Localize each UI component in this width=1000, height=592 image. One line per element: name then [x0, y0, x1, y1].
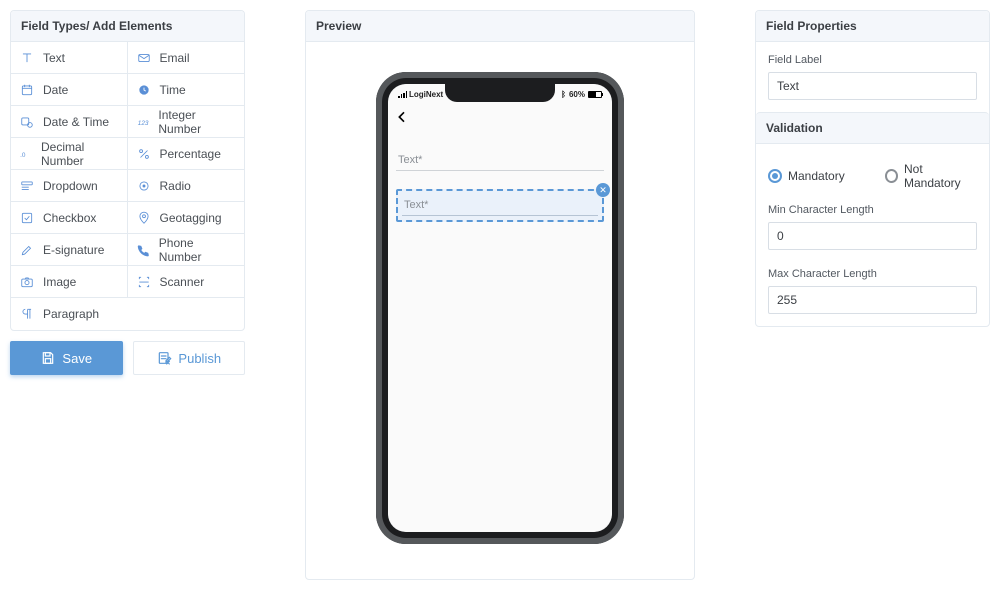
- text-icon: [19, 50, 35, 66]
- publish-button-label: Publish: [178, 351, 221, 366]
- field-types-panel: Field Types/ Add Elements Text Email Dat…: [10, 10, 245, 331]
- dropdown-icon: [19, 178, 35, 194]
- mandatory-radio[interactable]: Mandatory: [768, 169, 845, 183]
- phone-icon: [136, 242, 151, 258]
- preview-header: Preview: [306, 11, 694, 42]
- min-length-input[interactable]: [768, 222, 977, 250]
- radio-off-icon: [885, 169, 898, 183]
- not-mandatory-label: Not Mandatory: [904, 162, 977, 190]
- field-type-integer[interactable]: 123 Integer Number: [128, 106, 245, 138]
- field-type-label: Checkbox: [43, 211, 96, 225]
- battery-percentage: 60%: [569, 90, 585, 99]
- publish-button[interactable]: Publish: [133, 341, 246, 375]
- field-type-label: Scanner: [160, 275, 205, 289]
- field-type-label: Email: [160, 51, 190, 65]
- field-type-image[interactable]: Image: [11, 266, 128, 298]
- field-type-label: Geotagging: [160, 211, 222, 225]
- calendar-clock-icon: [19, 114, 35, 130]
- save-button-label: Save: [62, 351, 92, 366]
- status-bar: LogiNext ᛒ 60%: [388, 84, 612, 104]
- field-type-time[interactable]: Time: [128, 74, 245, 106]
- field-label-input[interactable]: [768, 72, 977, 100]
- carrier-name: LogiNext: [409, 90, 443, 99]
- preview-field-2-selected[interactable]: ✕ Text*: [396, 189, 604, 222]
- calendar-icon: [19, 82, 35, 98]
- field-type-scanner[interactable]: Scanner: [128, 266, 245, 298]
- field-type-geotagging[interactable]: Geotagging: [128, 202, 245, 234]
- field-label-caption: Field Label: [768, 54, 977, 66]
- field-types-grid: Text Email Date Time Date & Time: [11, 42, 244, 330]
- clock-icon: [136, 82, 152, 98]
- field-type-paragraph[interactable]: Paragraph: [11, 298, 244, 330]
- field-type-label: Radio: [160, 179, 191, 193]
- field-type-datetime[interactable]: Date & Time: [11, 106, 128, 138]
- battery-icon: [588, 91, 602, 98]
- field-types-header: Field Types/ Add Elements: [11, 11, 244, 42]
- integer-icon: 123: [136, 114, 151, 130]
- scanner-icon: [136, 274, 152, 290]
- preview-field-2: Text*: [402, 195, 598, 216]
- preview-field-1[interactable]: Text*: [396, 150, 604, 171]
- back-icon[interactable]: [394, 109, 410, 128]
- field-type-esignature[interactable]: E-signature: [11, 234, 128, 266]
- field-type-label: Image: [43, 275, 76, 289]
- paragraph-icon: [19, 306, 35, 322]
- bluetooth-icon: ᛒ: [561, 90, 566, 99]
- field-type-label: E-signature: [43, 243, 104, 257]
- field-type-label: Text: [43, 51, 65, 65]
- field-type-label: Percentage: [160, 147, 221, 161]
- percent-icon: [136, 146, 152, 162]
- field-type-label: Paragraph: [43, 307, 99, 321]
- svg-text:.0: .0: [20, 151, 26, 158]
- field-type-radio[interactable]: Radio: [128, 170, 245, 202]
- field-properties-header: Field Properties: [756, 11, 989, 42]
- checkbox-icon: [19, 210, 35, 226]
- field-type-label: Dropdown: [43, 179, 98, 193]
- field-properties-panel: Field Properties Field Label Validation …: [755, 10, 990, 327]
- field-type-text[interactable]: Text: [11, 42, 128, 74]
- phone-mockup: LogiNext ᛒ 60% Text*: [376, 72, 624, 544]
- field-type-date[interactable]: Date: [11, 74, 128, 106]
- phone-screen: LogiNext ᛒ 60% Text*: [388, 84, 612, 532]
- decimal-icon: .0: [19, 146, 33, 162]
- field-type-label: Date: [43, 83, 68, 97]
- mandatory-label: Mandatory: [788, 169, 845, 183]
- field-type-phone[interactable]: Phone Number: [128, 234, 245, 266]
- signature-icon: [19, 242, 35, 258]
- max-length-input[interactable]: [768, 286, 977, 314]
- validation-header: Validation: [756, 112, 989, 144]
- field-type-checkbox[interactable]: Checkbox: [11, 202, 128, 234]
- remove-field-icon[interactable]: ✕: [596, 183, 610, 197]
- field-type-label: Integer Number: [158, 108, 236, 136]
- field-type-label: Date & Time: [43, 115, 109, 129]
- field-type-percentage[interactable]: Percentage: [128, 138, 245, 170]
- not-mandatory-radio[interactable]: Not Mandatory: [885, 162, 977, 190]
- min-length-caption: Min Character Length: [768, 204, 977, 216]
- publish-icon: [156, 350, 172, 366]
- radio-icon: [136, 178, 152, 194]
- signal-icon: [398, 91, 407, 98]
- svg-text:123: 123: [138, 119, 149, 126]
- field-type-decimal[interactable]: .0 Decimal Number: [11, 138, 128, 170]
- field-type-label: Decimal Number: [41, 140, 119, 168]
- field-type-email[interactable]: Email: [128, 42, 245, 74]
- save-icon: [40, 350, 56, 366]
- email-icon: [136, 50, 152, 66]
- max-length-caption: Max Character Length: [768, 268, 977, 280]
- field-type-label: Phone Number: [159, 236, 236, 264]
- location-icon: [136, 210, 152, 226]
- camera-icon: [19, 274, 35, 290]
- field-type-label: Time: [160, 83, 186, 97]
- radio-on-icon: [768, 169, 782, 183]
- preview-panel: Preview LogiNext ᛒ 60%: [305, 10, 695, 580]
- save-button[interactable]: Save: [10, 341, 123, 375]
- field-type-dropdown[interactable]: Dropdown: [11, 170, 128, 202]
